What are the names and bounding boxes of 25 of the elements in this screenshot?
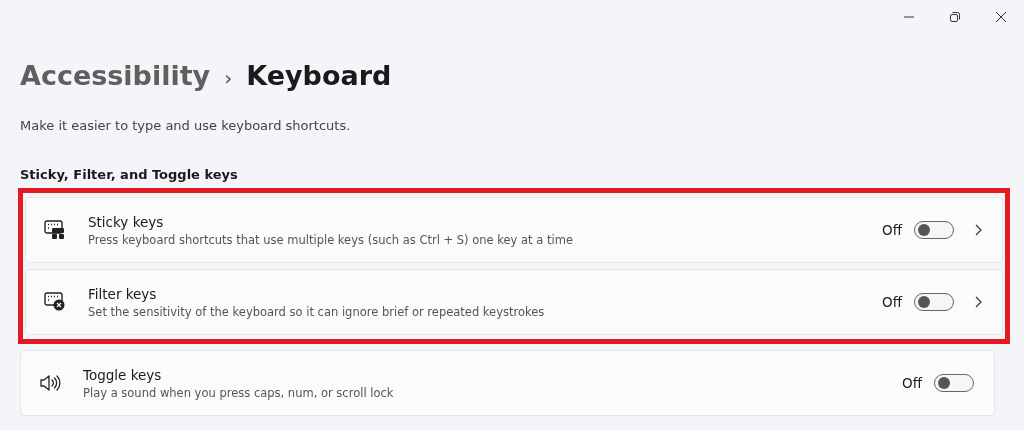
keyboard-icon: [44, 292, 66, 312]
setting-card[interactable]: Toggle keys Play a sound when you press caps, num, or scroll lock Off: [20, 350, 995, 416]
setting-description: Play a sound when you press caps, num, or scroll lock: [83, 385, 395, 400]
speaker-icon: [39, 373, 61, 393]
page-description: Make it easier to type and use keyboard shortcuts.: [20, 118, 352, 133]
toggle-switch[interactable]: [934, 374, 974, 392]
toggle-state-label: Off: [882, 294, 902, 310]
close-icon: [995, 11, 1007, 23]
restore-icon: [949, 11, 961, 23]
setting-description: Press keyboard shortcuts that use multiple keys (such as Ctrl + S) one key at a time: [88, 232, 574, 247]
setting-description: Set the sensitivity of the keyboard so it can ignore brief or repeated keystrokes: [88, 304, 546, 319]
setting-title: Toggle keys: [83, 366, 163, 383]
setting-title: Filter keys: [88, 285, 158, 302]
keyboard-icon: [44, 220, 66, 240]
toggle-state-label: Off: [902, 375, 922, 391]
breadcrumb-link[interactable]: Accessibility: [20, 60, 211, 91]
toggle-switch[interactable]: [914, 221, 954, 239]
page-title: Keyboard: [246, 60, 392, 91]
setting-card[interactable]: Filter keys Set the sensitivity of the keyboard so it can ignore brief or repeated keystrokes Off: [25, 269, 1003, 335]
setting-title: Sticky keys: [88, 213, 165, 230]
section-heading: Sticky, Filter, and Toggle keys: [20, 167, 239, 184]
toggle-state-label: Off: [882, 222, 902, 238]
breadcrumb-separator: ›: [224, 66, 233, 90]
setting-card[interactable]: Sticky keys Press keyboard shortcuts that use multiple keys (such as Ctrl + S) one key at a time Off: [25, 197, 1003, 263]
toggle-switch[interactable]: [914, 293, 954, 311]
